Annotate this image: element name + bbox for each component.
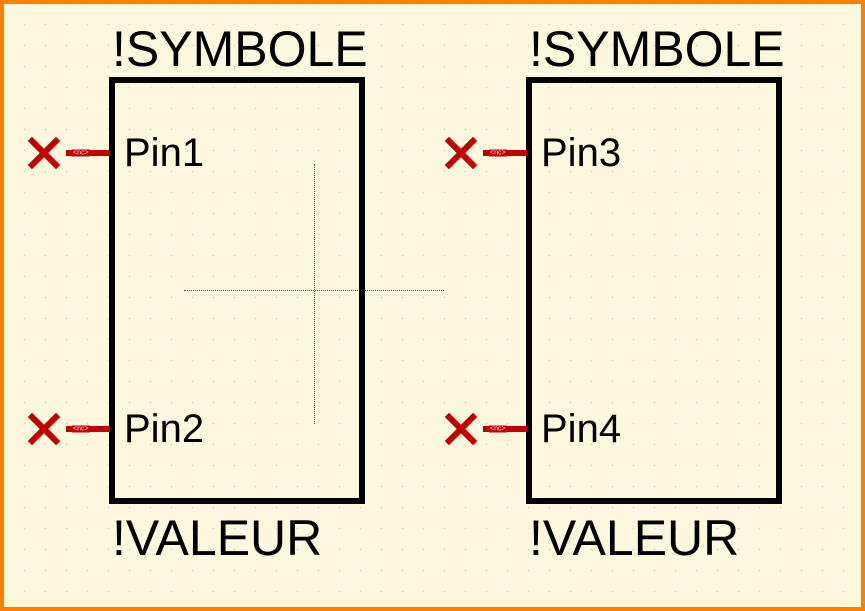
- pin1-x-icon: [27, 136, 61, 170]
- component-value-right[interactable]: !VALEUR: [529, 509, 739, 567]
- pin1-nc-tag: <nc>: [72, 150, 90, 157]
- pin2-stub[interactable]: <nc>: [66, 426, 110, 432]
- pin2-label[interactable]: Pin2: [124, 407, 204, 452]
- pin3-x-icon: [444, 136, 478, 170]
- component-name-right[interactable]: !SYMBOLE: [529, 20, 785, 78]
- component-value-left[interactable]: !VALEUR: [112, 509, 322, 567]
- pin1-label[interactable]: Pin1: [124, 131, 204, 176]
- schematic-canvas[interactable]: !SYMBOLE !VALEUR Pin1 <nc> Pin2 <nc> !SY…: [0, 0, 865, 611]
- pin2-nc-tag: <nc>: [72, 426, 90, 433]
- pin2-x-icon: [27, 412, 61, 446]
- pin3-label[interactable]: Pin3: [541, 131, 621, 176]
- pin1-stub[interactable]: <nc>: [66, 150, 110, 156]
- pin3-stub[interactable]: <nc>: [483, 150, 527, 156]
- pin4-label[interactable]: Pin4: [541, 407, 621, 452]
- pin3-nc-tag: <nc>: [489, 150, 507, 157]
- pin4-stub[interactable]: <nc>: [483, 426, 527, 432]
- component-name-left[interactable]: !SYMBOLE: [112, 20, 368, 78]
- pin4-x-icon: [444, 412, 478, 446]
- pin4-nc-tag: <nc>: [489, 426, 507, 433]
